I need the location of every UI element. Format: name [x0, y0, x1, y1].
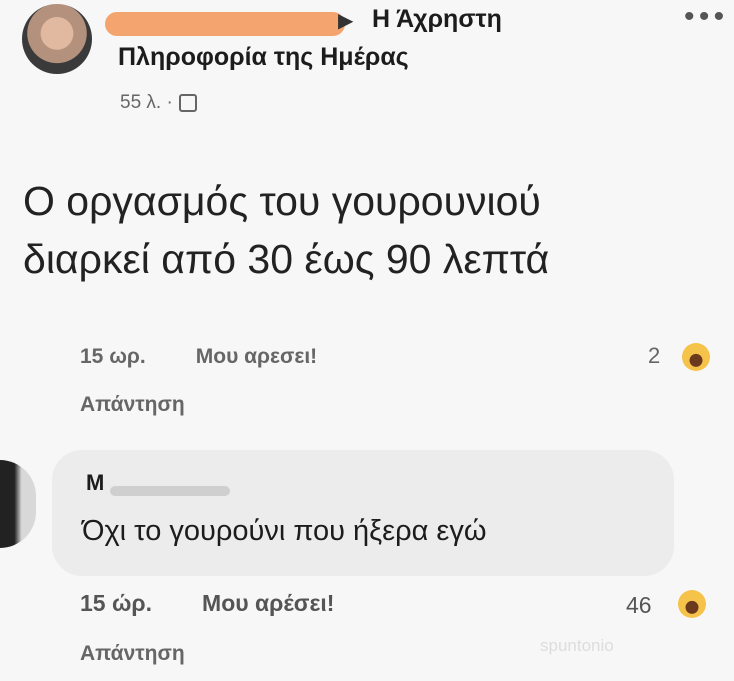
- comment2-time[interactable]: 15 ώρ.: [80, 590, 152, 617]
- more-icon[interactable]: • • •: [684, 0, 724, 34]
- haha-reaction-icon[interactable]: [682, 343, 710, 371]
- comment2-reaction-count[interactable]: 46: [626, 592, 652, 619]
- watermark: spuntonio: [540, 636, 614, 655]
- group-name-cont[interactable]: Πληροφορία της Ημέρας: [118, 43, 409, 72]
- comment1-reply-button[interactable]: Απάντηση: [80, 393, 185, 417]
- arrow-right-icon: ▶: [338, 10, 354, 32]
- globe-icon: [178, 94, 197, 112]
- comment1-time[interactable]: 15 ωρ.: [80, 345, 146, 369]
- comment1-actions: 15 ωρ. Μου αρεσει!: [80, 345, 317, 369]
- group-name[interactable]: Η Άχρηστη: [372, 5, 502, 34]
- commenter-avatar[interactable]: [0, 460, 36, 548]
- comment2-reply-button[interactable]: Απάντηση: [80, 642, 185, 666]
- comment1-reaction-count[interactable]: 2: [648, 343, 660, 369]
- post-timestamp[interactable]: 55 λ. ·: [120, 92, 173, 114]
- poster-name-redacted: [105, 12, 345, 36]
- comment2-like-button[interactable]: Μου αρέσει!: [202, 590, 334, 617]
- comment2-author-redacted: [110, 486, 230, 496]
- poster-avatar[interactable]: [22, 4, 92, 74]
- comment2-text: Όχι το γουρούνι που ήξερα εγώ: [82, 515, 487, 547]
- comment-bubble: [52, 450, 674, 576]
- comment2-author[interactable]: M: [86, 470, 104, 496]
- post-text-line: διαρκεί από 30 έως 90 λεπτά: [23, 236, 550, 282]
- post-text: Ο οργασμός του γουρουνιού διαρκεί από 30…: [23, 172, 549, 288]
- comment1-like-button[interactable]: Μου αρεσει!: [196, 345, 317, 369]
- haha-reaction-icon[interactable]: [678, 590, 706, 618]
- comment2-actions: 15 ώρ. Μου αρέσει!: [80, 590, 334, 617]
- post-meta: 55 λ. ·: [120, 92, 197, 114]
- post-text-line: Ο οργασμός του γουρουνιού: [23, 178, 541, 224]
